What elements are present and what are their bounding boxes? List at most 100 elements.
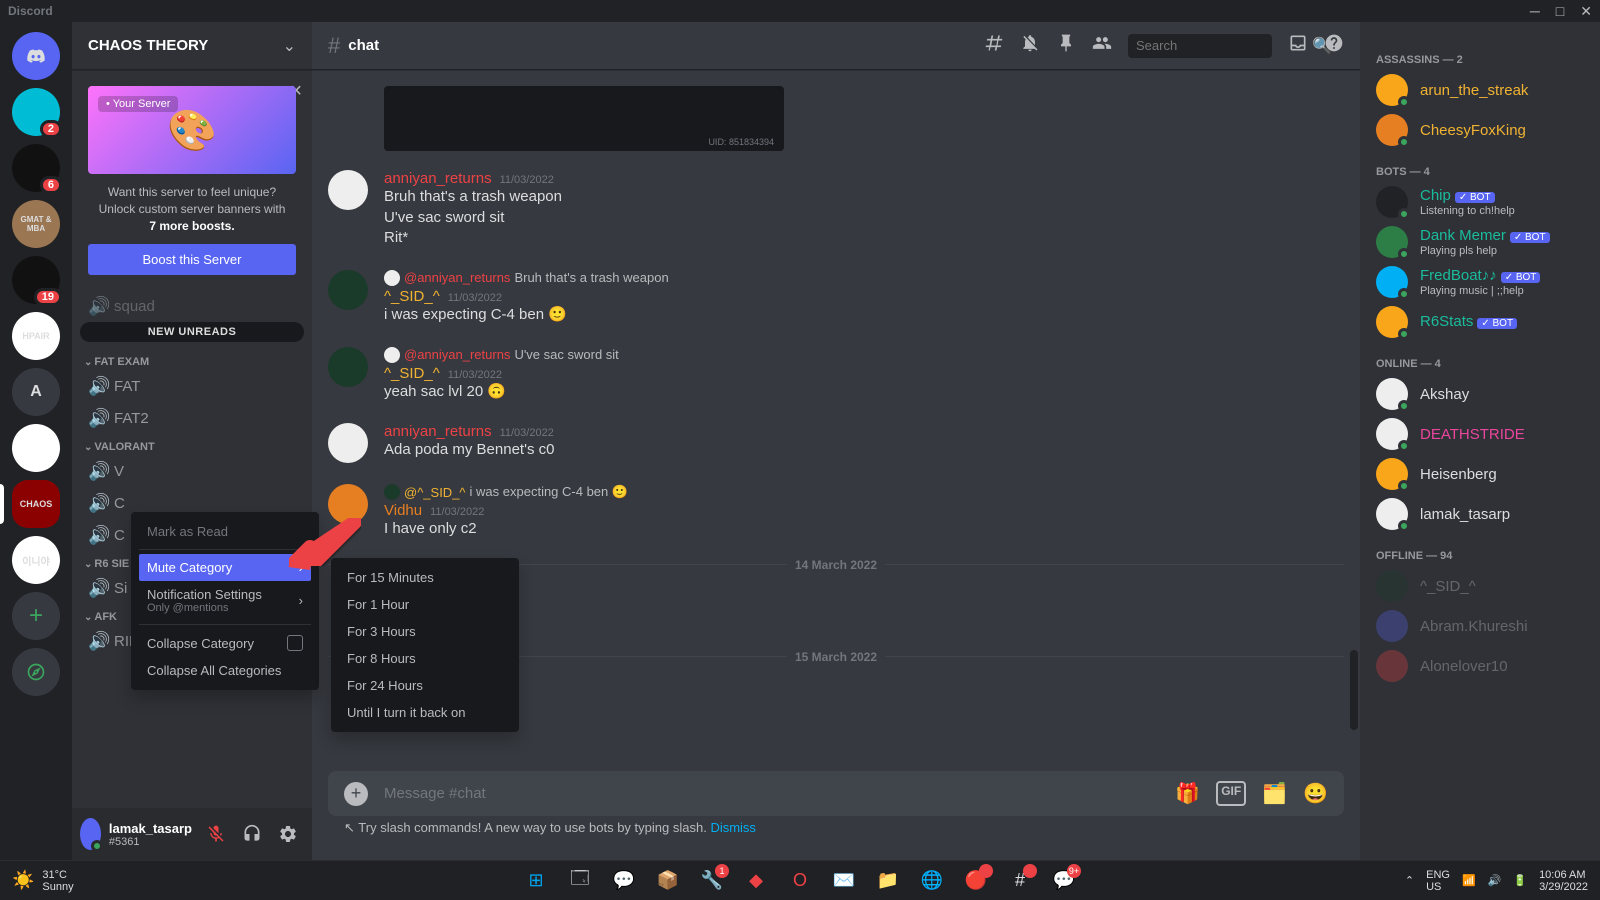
- mute-3hours[interactable]: For 3 Hours: [339, 618, 511, 645]
- mute-button[interactable]: [200, 818, 232, 850]
- member-item[interactable]: Akshay: [1368, 374, 1592, 414]
- channel-item[interactable]: 🔊FAT: [80, 371, 304, 402]
- mail-icon[interactable]: ✉️: [825, 866, 863, 896]
- dropbox-icon[interactable]: 📦: [649, 866, 687, 896]
- members-icon[interactable]: [1092, 33, 1112, 58]
- pinned-icon[interactable]: [1056, 33, 1076, 58]
- threads-icon[interactable]: [984, 33, 1004, 58]
- notifications-icon[interactable]: [1020, 33, 1040, 58]
- dm-button[interactable]: [12, 32, 60, 80]
- taskbar-weather[interactable]: ☀️ 31°CSunny: [12, 869, 74, 893]
- message-input[interactable]: + 🎁 GIF 🗂️ 😀: [328, 771, 1344, 816]
- maximize-icon[interactable]: □: [1556, 3, 1564, 20]
- settings-button[interactable]: [272, 818, 304, 850]
- app-icon[interactable]: 💬: [605, 866, 643, 896]
- member-item[interactable]: R6Stats✓ BOT: [1368, 302, 1592, 342]
- boost-button[interactable]: Boost this Server: [88, 244, 296, 275]
- wifi-icon[interactable]: 📶: [1462, 874, 1476, 887]
- embed-image[interactable]: UID: 851834394: [384, 86, 784, 151]
- clock[interactable]: 10:06 AM3/29/2022: [1539, 869, 1588, 893]
- member-item[interactable]: ^_SID_^: [1368, 566, 1592, 606]
- server-item[interactable]: 19: [12, 256, 60, 304]
- avatar[interactable]: [328, 170, 368, 210]
- help-icon[interactable]: [1324, 33, 1344, 58]
- category-header[interactable]: ⌄FAT EXAM: [80, 350, 304, 370]
- message-author[interactable]: ^_SID_^: [384, 288, 440, 305]
- member-item[interactable]: Dank Memer✓ BOTPlaying pls help: [1368, 222, 1592, 262]
- explore-button[interactable]: [12, 648, 60, 696]
- server-item[interactable]: GMAT & MBA: [12, 200, 60, 248]
- server-item[interactable]: 2: [12, 88, 60, 136]
- dismiss-link[interactable]: Dismiss: [710, 820, 756, 835]
- app-icon[interactable]: ◆: [737, 866, 775, 896]
- context-mute-category[interactable]: Mute Category›: [139, 554, 311, 581]
- add-attachment-button[interactable]: +: [344, 782, 368, 806]
- message-author[interactable]: anniyan_returns: [384, 170, 492, 187]
- tray-chevron-icon[interactable]: ⌃: [1405, 874, 1414, 887]
- app-icon[interactable]: 🔧1: [693, 866, 731, 896]
- mute-15min[interactable]: For 15 Minutes: [339, 564, 511, 591]
- server-header[interactable]: CHAOS THEORY ⌄: [72, 22, 312, 70]
- category-header[interactable]: ⌄VALORANT: [80, 435, 304, 455]
- member-item[interactable]: Chip✓ BOTListening to ch!help: [1368, 182, 1592, 222]
- member-item[interactable]: Abram.Khureshi: [1368, 606, 1592, 646]
- chrome-icon[interactable]: 🔴: [957, 866, 995, 896]
- avatar[interactable]: [80, 818, 101, 850]
- member-item[interactable]: DEATHSTRIDE: [1368, 414, 1592, 454]
- member-item[interactable]: CheesyFoxKing: [1368, 110, 1592, 150]
- server-item[interactable]: HPAIR: [12, 312, 60, 360]
- member-item[interactable]: arun_the_streak: [1368, 70, 1592, 110]
- member-item[interactable]: Heisenberg: [1368, 454, 1592, 494]
- slack-icon[interactable]: #: [1001, 866, 1039, 896]
- server-item-active[interactable]: CHAOS: [12, 480, 60, 528]
- server-item[interactable]: A: [12, 368, 60, 416]
- message-field[interactable]: [384, 785, 1159, 802]
- scrollbar[interactable]: [1350, 170, 1358, 770]
- new-unreads-pill[interactable]: NEW UNREADS: [80, 322, 304, 342]
- message-reply[interactable]: @anniyan_returnsBruh that's a trash weap…: [384, 270, 1344, 286]
- emoji-icon[interactable]: 😀: [1303, 781, 1328, 806]
- discord-taskbar-icon[interactable]: 💬9+: [1045, 866, 1083, 896]
- message-author[interactable]: anniyan_returns: [384, 423, 492, 440]
- search-box[interactable]: 🔍: [1128, 34, 1272, 58]
- minimize-icon[interactable]: ─: [1530, 3, 1540, 20]
- mute-24hours[interactable]: For 24 Hours: [339, 672, 511, 699]
- avatar[interactable]: [328, 347, 368, 387]
- edge-icon[interactable]: 🌐: [913, 866, 951, 896]
- chevron-down-icon[interactable]: ⌄: [283, 36, 296, 56]
- close-icon[interactable]: ✕: [1580, 3, 1592, 20]
- mute-8hours[interactable]: For 8 Hours: [339, 645, 511, 672]
- user-info[interactable]: lamak_tasarp #5361: [109, 821, 192, 848]
- mute-1hour[interactable]: For 1 Hour: [339, 591, 511, 618]
- language-indicator[interactable]: ENGUS: [1426, 869, 1450, 893]
- battery-icon[interactable]: 🔋: [1513, 874, 1527, 887]
- message-reply[interactable]: @anniyan_returnsU've sac sword sit: [384, 347, 1344, 363]
- deafen-button[interactable]: [236, 818, 268, 850]
- channel-item[interactable]: 🔊FAT2: [80, 403, 304, 434]
- member-item[interactable]: Alonelover10: [1368, 646, 1592, 686]
- inbox-icon[interactable]: [1288, 33, 1308, 58]
- server-item[interactable]: 이니야: [12, 536, 60, 584]
- context-collapse-all[interactable]: Collapse All Categories: [139, 657, 311, 684]
- server-item[interactable]: 6: [12, 144, 60, 192]
- message-author[interactable]: ^_SID_^: [384, 365, 440, 382]
- server-item[interactable]: [12, 424, 60, 472]
- message-reply[interactable]: @^_SID_^i was expecting C-4 ben 🙂: [384, 484, 1344, 500]
- add-server-button[interactable]: +: [12, 592, 60, 640]
- taskview-icon[interactable]: 🗔: [561, 866, 599, 896]
- member-item[interactable]: lamak_tasarp: [1368, 494, 1592, 534]
- start-button[interactable]: ⊞: [517, 866, 555, 896]
- member-item[interactable]: FredBoat♪♪✓ BOTPlaying music | ;;help: [1368, 262, 1592, 302]
- context-notification-settings[interactable]: Notification SettingsOnly @mentions›: [139, 581, 311, 620]
- gift-icon[interactable]: 🎁: [1175, 781, 1200, 806]
- mute-indefinite[interactable]: Until I turn it back on: [339, 699, 511, 726]
- explorer-icon[interactable]: 📁: [869, 866, 907, 896]
- search-input[interactable]: [1136, 38, 1312, 53]
- opera-icon[interactable]: O: [781, 866, 819, 896]
- message-author[interactable]: Vidhu: [384, 502, 422, 519]
- avatar[interactable]: [328, 484, 368, 524]
- avatar[interactable]: [328, 270, 368, 310]
- channel-item[interactable]: 🔊squad: [80, 291, 304, 322]
- gif-icon[interactable]: GIF: [1216, 781, 1246, 806]
- context-collapse-category[interactable]: Collapse Category: [139, 629, 311, 657]
